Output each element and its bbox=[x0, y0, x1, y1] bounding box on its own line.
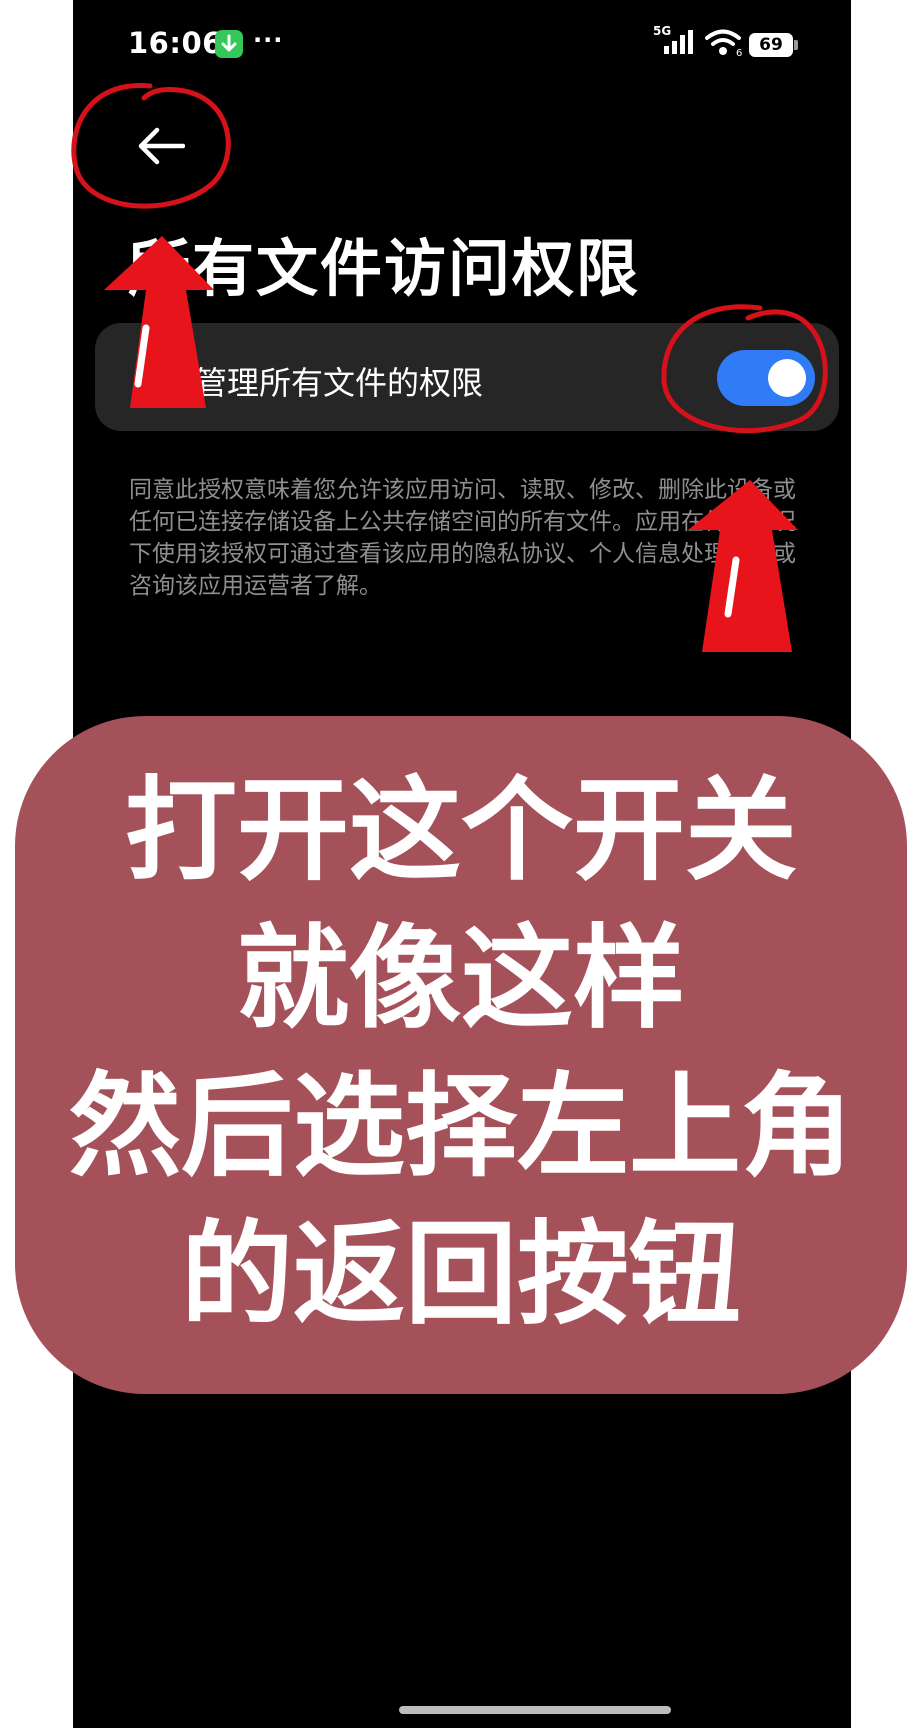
arrow-left-icon bbox=[138, 127, 186, 165]
battery-tip bbox=[794, 40, 798, 50]
back-button[interactable] bbox=[113, 120, 186, 172]
toggle-knob bbox=[768, 359, 806, 397]
caption-line-4: 的返回按钮 bbox=[181, 1210, 741, 1340]
page-title: 所有文件访问权限 bbox=[128, 232, 641, 305]
wifi-icon: 6 bbox=[705, 29, 745, 61]
more-notifications-icon: ··· bbox=[253, 26, 284, 54]
status-bar: 16:06 ··· 5G 6 69 bbox=[73, 0, 851, 90]
caption-box: 打开这个开关 就像这样 然后选择左上角 的返回按钮 bbox=[15, 716, 907, 1394]
signal-icon bbox=[664, 30, 696, 60]
caption-line-3: 然后选择左上角 bbox=[69, 1062, 853, 1192]
permission-description: 同意此授权意味着您允许该应用访问、读取、修改、删除此设备或任何已连接存储设备上公… bbox=[129, 477, 796, 599]
home-indicator[interactable] bbox=[399, 1706, 671, 1714]
caption-line-1: 打开这个开关 bbox=[125, 766, 797, 896]
permission-label: 管理所有文件的权限 bbox=[195, 364, 484, 402]
download-icon bbox=[215, 30, 243, 58]
permission-card: 管理所有文件的权限 bbox=[95, 323, 839, 431]
wifi-sub-label: 6 bbox=[736, 48, 742, 57]
caption-line-2: 就像这样 bbox=[237, 914, 685, 1044]
battery-icon: 69 bbox=[749, 33, 793, 57]
status-time: 16:06 bbox=[128, 26, 223, 60]
permission-toggle[interactable] bbox=[717, 350, 815, 406]
